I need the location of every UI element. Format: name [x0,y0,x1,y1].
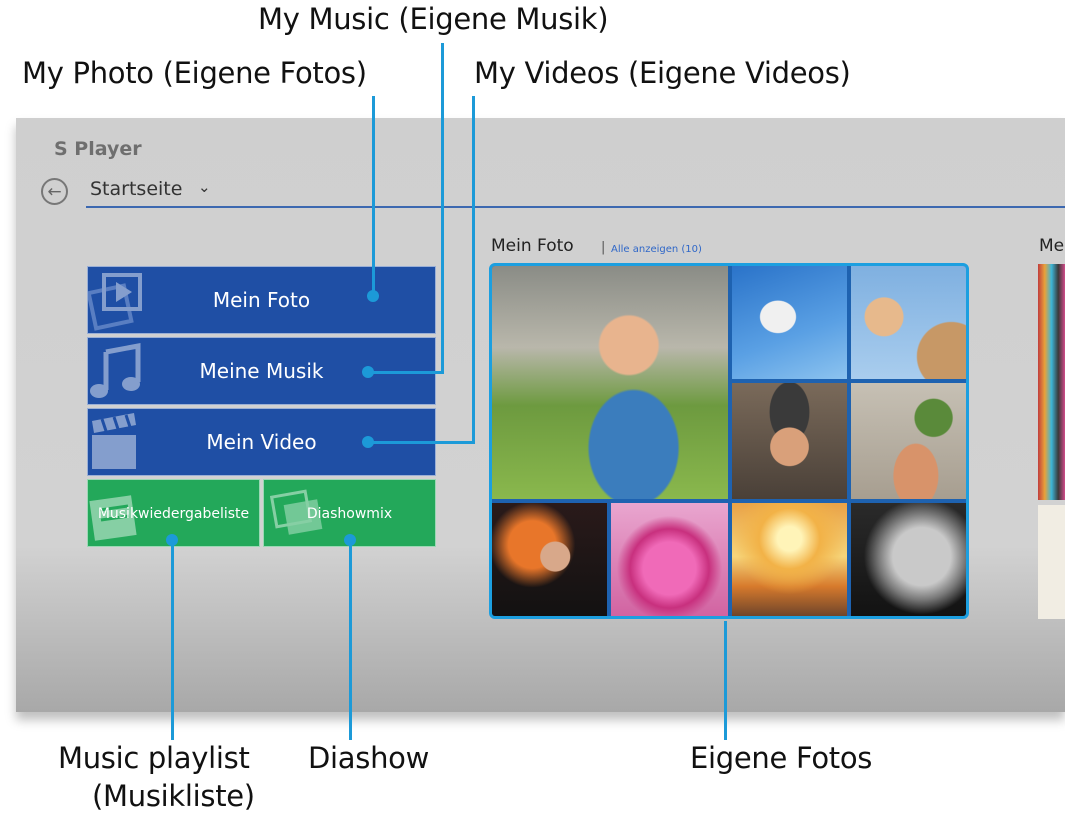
leader-dot-my-videos [362,436,374,448]
leader-line-eigene-fotos [724,621,727,740]
section-separator: | [601,240,606,255]
callout-eigene-fotos: Eigene Fotos [690,741,873,775]
leader-line-music-playlist [171,540,174,740]
next-section-thumbnail[interactable] [1038,264,1065,500]
section-title-mein-foto: Mein Foto [491,236,574,256]
nav-underline [86,206,1065,208]
back-arrow-icon[interactable]: ← [41,178,68,205]
photo-thumbnail[interactable] [851,383,966,499]
photo-thumbnail[interactable] [611,503,728,616]
leader-dot-my-music [362,366,374,378]
callout-my-videos: My Videos (Eigene Videos) [474,56,851,90]
tile-mein-foto[interactable]: Mein Foto [87,266,436,334]
leader-line-my-music-h [368,371,444,374]
callout-music-playlist-sub: (Musikliste) [92,779,255,813]
leader-line-diashow [349,540,352,740]
photo-thumbnail[interactable] [851,266,966,379]
leader-line-my-photo [372,96,375,296]
callout-diashow: Diashow [308,741,430,775]
leader-line-my-music [441,43,444,372]
show-all-link[interactable]: Alle anzeigen (10) [611,244,702,255]
callout-my-music: My Music (Eigene Musik) [258,2,609,36]
app-title: S Player [54,138,142,160]
leader-dot-my-photo [367,290,379,302]
photo-thumbnail[interactable] [492,503,607,616]
callout-my-photo: My Photo (Eigene Fotos) [22,56,367,90]
photo-thumbnail[interactable] [851,503,966,616]
leader-line-my-videos [472,96,475,443]
nav-dropdown-label[interactable]: Startseite [90,178,182,200]
tile-mein-foto-label: Mein Foto [212,288,311,312]
leader-line-my-videos-h [368,441,475,444]
callout-music-playlist: Music playlist [58,741,250,775]
leader-dot-music-playlist [166,534,178,546]
next-section-title: Me [1039,236,1065,256]
chevron-down-icon[interactable]: ⌄ [198,178,211,196]
tile-musikwiedergabeliste-label: Musikwiedergabeliste [97,506,250,522]
photo-thumbnail[interactable] [732,503,847,616]
photo-thumbnail[interactable] [732,266,847,379]
photo-thumbnail[interactable] [732,383,847,499]
leader-dot-diashow [344,534,356,546]
photo-gallery[interactable] [489,263,969,619]
tile-diashowmix-label: Diashowmix [306,506,393,522]
next-section-thumbnail[interactable] [1038,505,1065,619]
photo-thumbnail[interactable] [492,266,728,499]
